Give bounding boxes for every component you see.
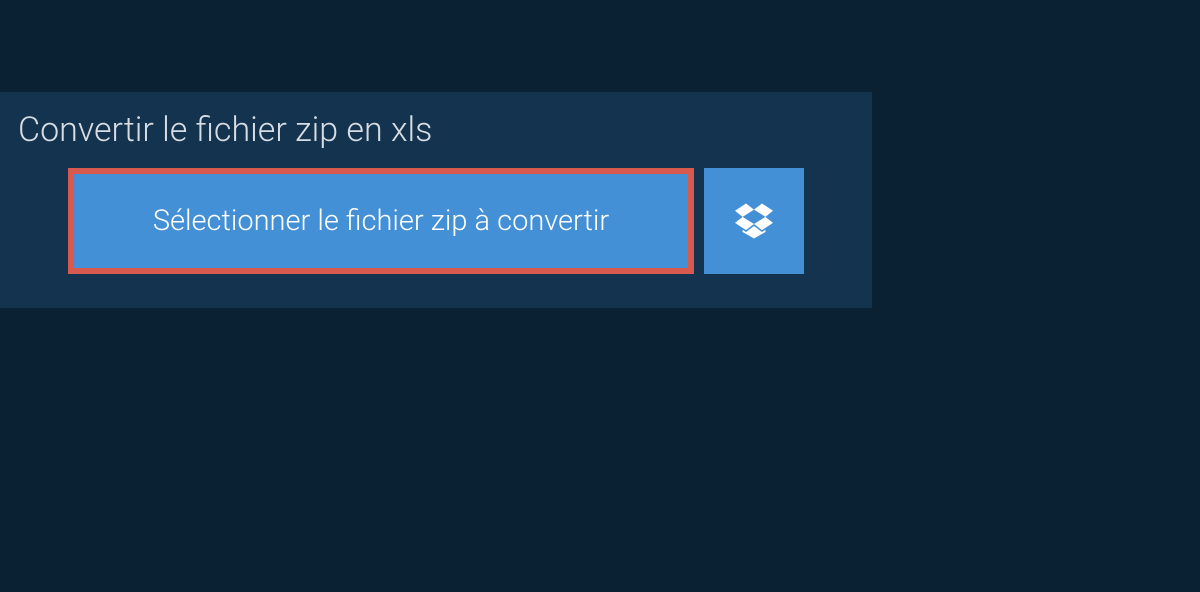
select-file-label: Sélectionner le fichier zip à convertir [153, 204, 609, 238]
button-row: Sélectionner le fichier zip à convertir [34, 168, 838, 274]
title-tab: Convertir le fichier zip en xls [0, 92, 462, 168]
page-title: Convertir le fichier zip en xls [18, 110, 432, 150]
dropbox-icon [735, 203, 773, 239]
select-file-button[interactable]: Sélectionner le fichier zip à convertir [68, 168, 694, 274]
converter-widget: Convertir le fichier zip en xls Sélectio… [0, 92, 1200, 308]
dropbox-button[interactable] [704, 168, 804, 274]
